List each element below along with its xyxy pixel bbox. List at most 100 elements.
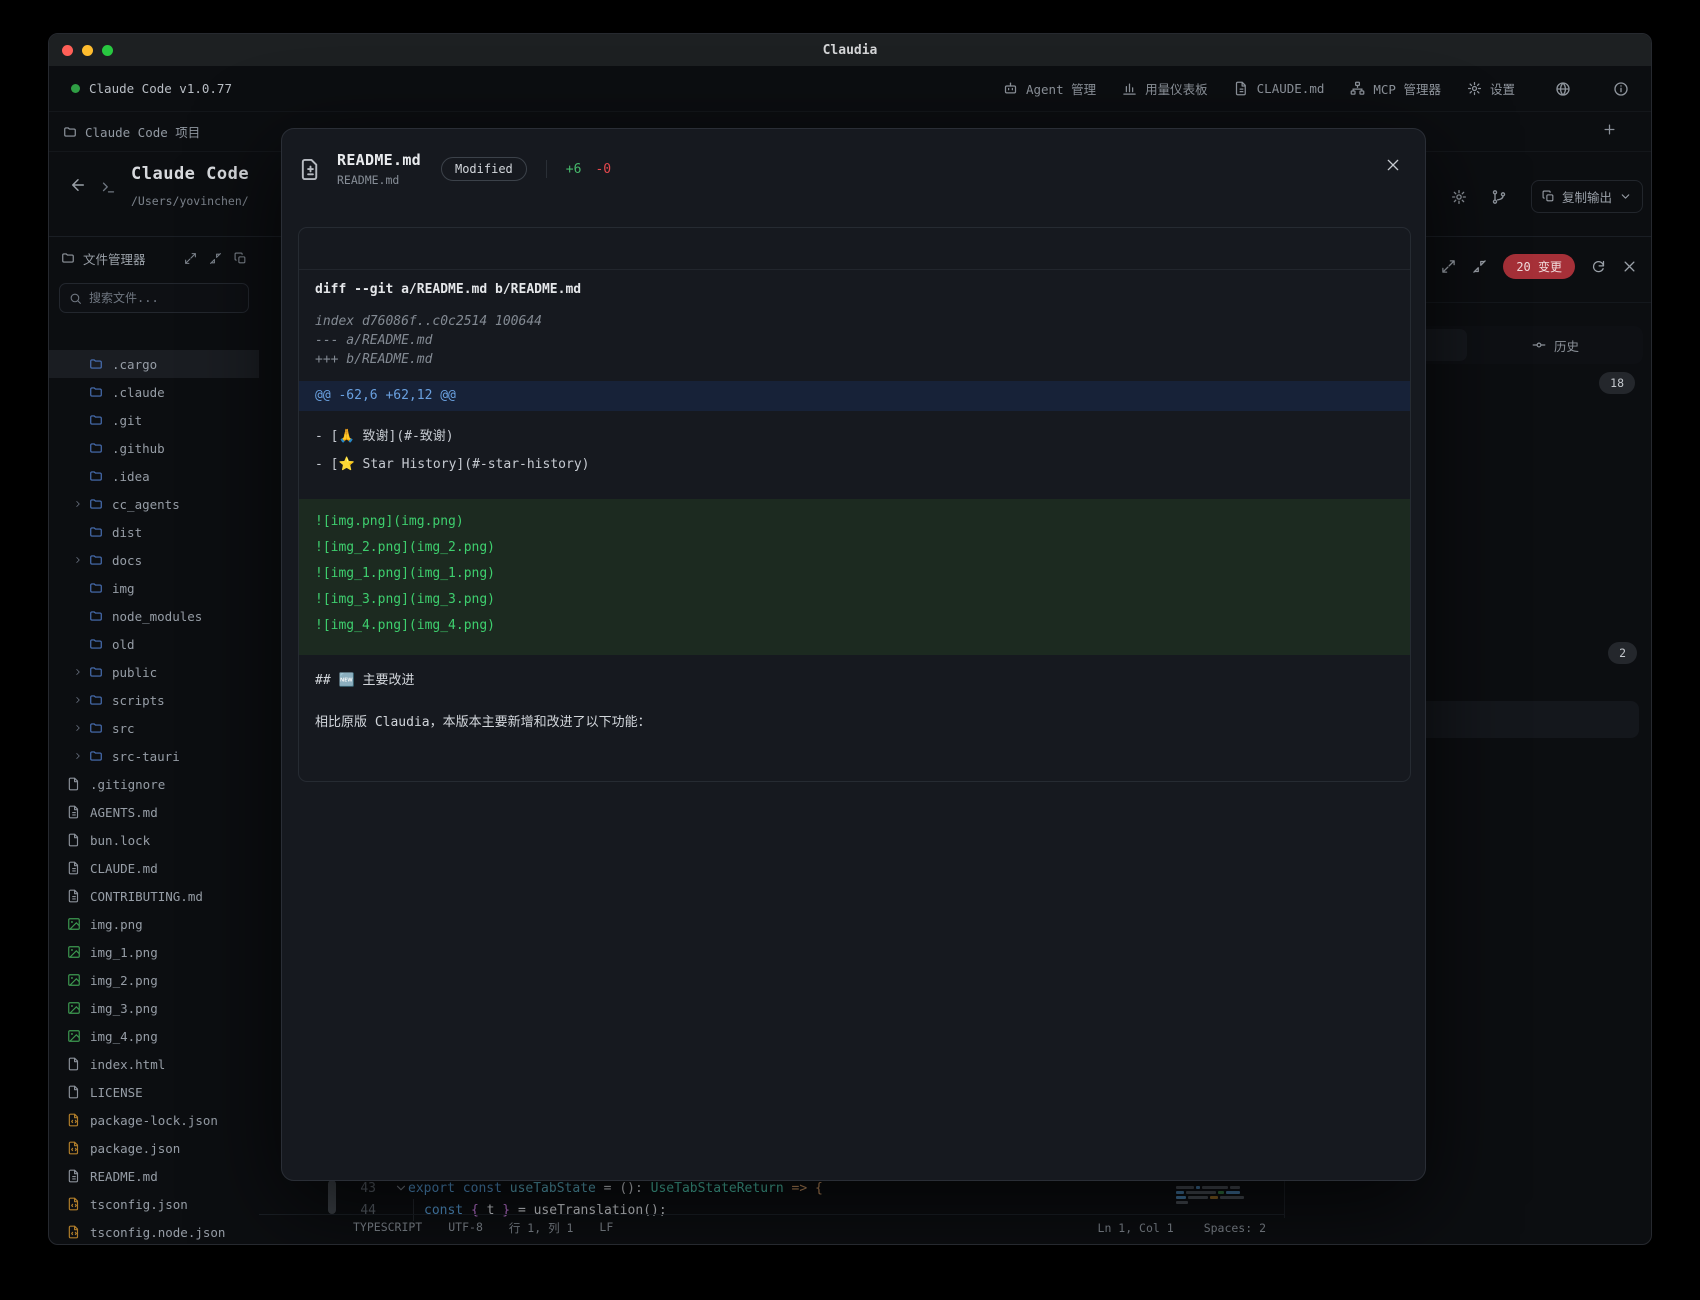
fold-chevron-icon[interactable] <box>394 1181 408 1195</box>
info-button[interactable] <box>1613 81 1629 97</box>
file-tree-item[interactable]: .gitignore <box>49 770 259 798</box>
editor-scrollbar-thumb[interactable] <box>328 1180 336 1214</box>
file-tree-item[interactable]: .claude <box>49 378 259 406</box>
tab-claude-code-project[interactable]: Claude Code 项目 <box>63 122 200 141</box>
file-tree-item[interactable]: tsconfig.node.json <box>49 1218 259 1244</box>
file-tree-item[interactable]: tsconfig.json <box>49 1190 259 1218</box>
status-indentation: Spaces: 2 <box>1204 1221 1266 1235</box>
diff-added-line: ![img_4.png](img_4.png) <box>299 613 1410 639</box>
search-icon <box>69 292 82 305</box>
file-tree-item[interactable]: package.json <box>49 1134 259 1162</box>
file-tree-item[interactable]: public <box>49 658 259 686</box>
file-tree-item[interactable]: CLAUDE.md <box>49 854 259 882</box>
file-tree-item[interactable]: src <box>49 714 259 742</box>
new-tab-button[interactable] <box>1602 122 1617 141</box>
modal-close-button[interactable] <box>1385 157 1401 177</box>
diff-git-line: diff --git a/README.md b/README.md <box>299 278 1410 302</box>
terminal-icon <box>101 180 116 199</box>
traffic-lights <box>62 45 113 56</box>
file-type-icon <box>89 357 103 371</box>
file-name: tsconfig.json <box>90 1197 188 1212</box>
file-name: docs <box>112 553 142 568</box>
file-tree-item[interactable]: scripts <box>49 686 259 714</box>
file-tree-item[interactable]: package-lock.json <box>49 1106 259 1134</box>
file-tree-item[interactable]: .idea <box>49 462 259 490</box>
tab-history[interactable]: 历史 <box>1471 329 1640 361</box>
git-commit-icon <box>1532 338 1546 352</box>
file-type-icon <box>89 553 103 567</box>
expand-icon[interactable] <box>1441 259 1456 274</box>
menu-item-claude-md[interactable]: CLAUDE.md <box>1234 81 1325 96</box>
back-button[interactable] <box>69 176 87 198</box>
collapse-icon[interactable] <box>1472 259 1487 274</box>
close-window-button[interactable] <box>62 45 73 56</box>
file-tree-item[interactable]: old <box>49 630 259 658</box>
additions-count: +6 <box>566 162 582 177</box>
status-line-col-zh: 行 1, 列 1 <box>509 1220 574 1236</box>
file-tree-item[interactable]: .github <box>49 434 259 462</box>
file-name: .github <box>112 441 165 456</box>
editor-minimap[interactable] <box>1176 1186 1260 1214</box>
diff-viewer-header <box>299 228 1410 270</box>
file-name: img_2.png <box>90 973 158 988</box>
close-icon <box>1385 157 1401 173</box>
file-search-box[interactable] <box>59 283 249 313</box>
file-tree-item[interactable]: LICENSE <box>49 1078 259 1106</box>
file-type-icon <box>67 1141 81 1155</box>
menu-item-usage-dashboard[interactable]: 用量仪表板 <box>1122 79 1208 98</box>
file-tree-item[interactable]: .git <box>49 406 259 434</box>
file-tree-item[interactable]: bun.lock <box>49 826 259 854</box>
file-tree-item[interactable]: img.png <box>49 910 259 938</box>
file-type-icon <box>89 525 103 539</box>
file-tree-item[interactable]: dist <box>49 518 259 546</box>
file-tree-item[interactable]: AGENTS.md <box>49 798 259 826</box>
file-tree-item[interactable]: node_modules <box>49 602 259 630</box>
diff-added-line: ![img_2.png](img_2.png) <box>299 535 1410 561</box>
collapse-icon[interactable] <box>209 252 222 265</box>
file-name: public <box>112 665 157 680</box>
file-tree-item[interactable]: img_3.png <box>49 994 259 1022</box>
file-type-icon <box>89 637 103 651</box>
menu-item-agents[interactable]: Agent 管理 <box>1003 79 1096 98</box>
zoom-window-button[interactable] <box>102 45 113 56</box>
file-name: package-lock.json <box>90 1113 218 1128</box>
file-tree-item[interactable]: README.md <box>49 1162 259 1190</box>
file-tree-item[interactable]: CONTRIBUTING.md <box>49 882 259 910</box>
file-tree-item[interactable]: img_2.png <box>49 966 259 994</box>
status-encoding: UTF-8 <box>448 1220 483 1236</box>
file-tree-item[interactable]: img_1.png <box>49 938 259 966</box>
file-tree-item[interactable]: cc_agents <box>49 490 259 518</box>
diff-added-block: ![img.png](img.png) ![img_2.png](img_2.p… <box>299 499 1410 655</box>
file-tree-item[interactable]: src-tauri <box>49 742 259 770</box>
modified-status-badge: Modified <box>441 157 527 181</box>
file-tree-item[interactable]: .cargo <box>49 350 259 378</box>
app-window: Claudia Claude Code v1.0.77 Agent 管理 用量仪… <box>48 33 1652 1245</box>
bot-icon <box>1003 81 1018 96</box>
expand-icon[interactable] <box>184 252 197 265</box>
close-icon[interactable] <box>1622 259 1637 274</box>
chevron-right-icon <box>73 499 83 509</box>
file-type-icon <box>89 665 103 679</box>
minimize-window-button[interactable] <box>82 45 93 56</box>
refresh-icon[interactable] <box>1591 259 1606 274</box>
language-globe-button[interactable] <box>1555 81 1571 97</box>
diff-hunk-header: @@ -62,6 +62,12 @@ <box>299 381 1410 411</box>
diff-content: diff --git a/README.md b/README.md index… <box>299 270 1410 735</box>
gear-icon <box>1467 81 1482 96</box>
diff-modal: README.md README.md Modified +6 -0 diff … <box>281 128 1426 1181</box>
file-manager-panel: 文件管理器 .cargo .claude .git .git <box>49 237 259 1244</box>
file-name: node_modules <box>112 609 202 624</box>
menu-item-settings[interactable]: 设置 <box>1467 79 1515 98</box>
file-name: .git <box>112 413 142 428</box>
file-name: src <box>112 721 135 736</box>
copy-icon[interactable] <box>234 252 247 265</box>
arrow-left-icon <box>69 176 87 194</box>
file-tree-item[interactable]: docs <box>49 546 259 574</box>
file-name: LICENSE <box>90 1085 143 1100</box>
menu-item-mcp-manager[interactable]: MCP 管理器 <box>1350 79 1441 98</box>
file-tree-item[interactable]: img_4.png <box>49 1022 259 1050</box>
git-panel-toolbar: 20 变更 <box>1441 248 1637 284</box>
file-search-input[interactable] <box>89 291 239 305</box>
file-tree-item[interactable]: index.html <box>49 1050 259 1078</box>
file-tree-item[interactable]: img <box>49 574 259 602</box>
